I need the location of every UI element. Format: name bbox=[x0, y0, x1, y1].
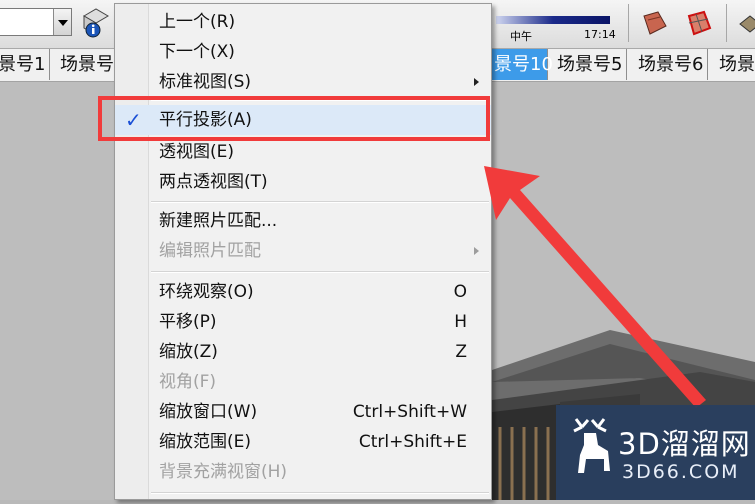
menu-item-shortcut: O bbox=[453, 282, 467, 302]
watermark: 3D溜溜网 3D66.COM bbox=[556, 405, 755, 500]
menu-item-new-match-photo[interactable]: 新建照片匹配... bbox=[115, 206, 491, 236]
menu-item-zoom[interactable]: 缩放(Z) Z bbox=[115, 337, 491, 367]
menu-item-orbit[interactable]: 环绕观察(O) O bbox=[115, 277, 491, 307]
menu-item-label: 背景充满视窗(H) bbox=[159, 462, 288, 482]
layer-dropdown[interactable] bbox=[0, 8, 72, 36]
tab-scene-6[interactable]: 场景号6 bbox=[634, 49, 709, 80]
camera-menu: 上一个(R) 下一个(X) 标准视图(S) ✓ 平行投影(A) 透视图(E) 两… bbox=[114, 3, 492, 500]
shadow-time-slider[interactable]: 中午 17:14 bbox=[492, 4, 622, 44]
tab-scene-1[interactable]: 景号1 bbox=[0, 49, 51, 80]
chevron-down-icon[interactable] bbox=[53, 9, 71, 35]
menu-separator bbox=[151, 271, 489, 273]
tab-scene-more[interactable]: 场景 bbox=[715, 49, 755, 80]
menu-item-shortcut: Ctrl+Shift+W bbox=[352, 402, 467, 422]
menu-item-label: 缩放(Z) bbox=[159, 342, 218, 362]
menu-item-perspective[interactable]: 透视图(E) bbox=[115, 137, 491, 167]
menu-item-zoom-window[interactable]: 缩放窗口(W) Ctrl+Shift+W bbox=[115, 397, 491, 427]
menu-item-shortcut: Ctrl+Shift+E bbox=[358, 432, 467, 452]
menu-item-edit-match-photo: 编辑照片匹配 bbox=[115, 236, 491, 266]
time-gradient bbox=[496, 16, 610, 24]
menu-item-field-of-view: 视角(F) bbox=[115, 367, 491, 397]
menu-item-label: 缩放范围(E) bbox=[159, 432, 252, 452]
menu-item-label: 下一个(X) bbox=[159, 42, 235, 62]
noon-label: 中午 bbox=[510, 30, 532, 43]
menu-item-label: 环绕观察(O) bbox=[159, 282, 254, 302]
section-plane-icon[interactable] bbox=[640, 8, 670, 38]
menu-separator bbox=[151, 201, 489, 203]
component-icon[interactable] bbox=[736, 8, 755, 38]
tab-scene[interactable]: 场景号 bbox=[56, 49, 119, 80]
time-label: 17:14 bbox=[584, 28, 616, 41]
menu-item-label: 透视图(E) bbox=[159, 142, 235, 162]
menu-item-standard-views[interactable]: 标准视图(S) bbox=[115, 67, 491, 97]
menu-separator bbox=[151, 492, 489, 494]
toolbar-separator bbox=[726, 4, 727, 42]
watermark-subtitle: 3D66.COM bbox=[622, 461, 740, 483]
watermark-title: 3D溜溜网 bbox=[618, 427, 751, 461]
menu-item-two-point-perspective[interactable]: 两点透视图(T) bbox=[115, 167, 491, 197]
menu-item-label: 缩放窗口(W) bbox=[159, 402, 258, 422]
menu-item-zoom-extents[interactable]: 缩放范围(E) Ctrl+Shift+E bbox=[115, 427, 491, 457]
menu-item-label: 标准视图(S) bbox=[159, 72, 252, 92]
highlight-box bbox=[98, 96, 490, 141]
section-cut-icon[interactable] bbox=[684, 8, 714, 38]
menu-item-next[interactable]: 下一个(X) bbox=[115, 37, 491, 67]
model-info-icon[interactable] bbox=[80, 6, 112, 40]
menu-item-zoom-to-photo: 背景充满视窗(H) bbox=[115, 457, 491, 487]
menu-item-shortcut: Z bbox=[455, 342, 467, 362]
menu-item-label: 平移(P) bbox=[159, 312, 217, 332]
menu-item-label: 视角(F) bbox=[159, 372, 217, 392]
toolbar-separator bbox=[628, 4, 629, 42]
menu-item-label: 两点透视图(T) bbox=[159, 172, 268, 192]
menu-item-label: 新建照片匹配... bbox=[159, 211, 278, 231]
annotation-arrow-icon bbox=[484, 166, 706, 408]
tab-scene-10[interactable]: 景号10 bbox=[490, 49, 553, 80]
menu-item-pan[interactable]: 平移(P) H bbox=[115, 307, 491, 337]
deer-logo-icon bbox=[573, 418, 610, 473]
menu-item-previous[interactable]: 上一个(R) bbox=[115, 7, 491, 37]
menu-item-shortcut: H bbox=[454, 312, 467, 332]
menu-item-label: 上一个(R) bbox=[159, 12, 236, 32]
tab-scene-5[interactable]: 场景号5 bbox=[553, 49, 628, 80]
menu-item-label: 编辑照片匹配 bbox=[159, 241, 261, 261]
submenu-arrow-icon bbox=[474, 78, 479, 86]
